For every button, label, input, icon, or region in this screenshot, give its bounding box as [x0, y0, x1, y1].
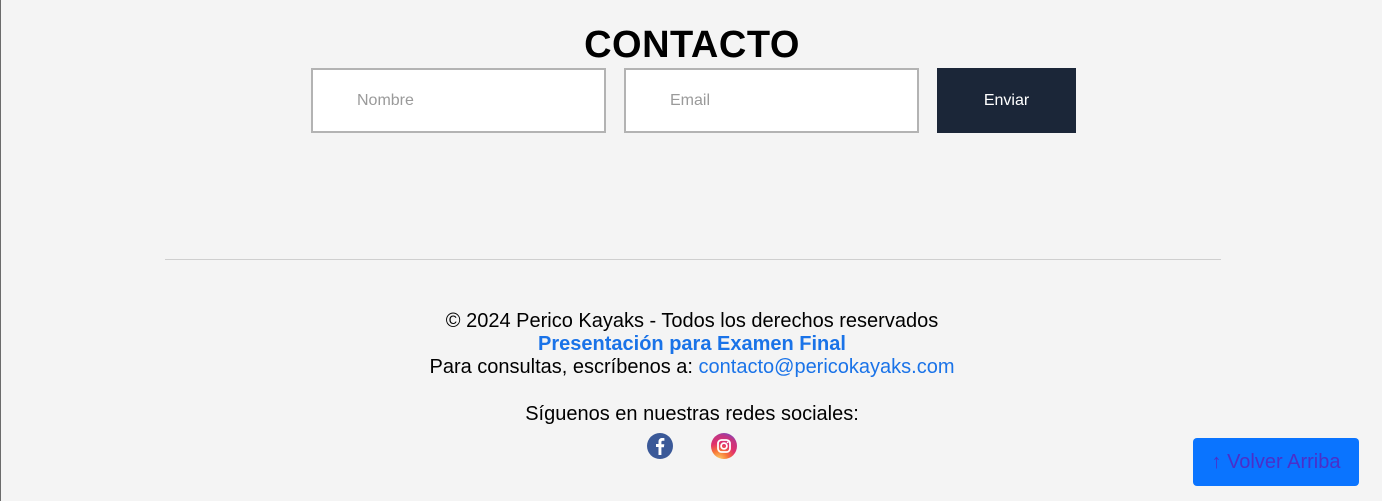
- consult-text: Para consultas, escríbenos a:: [429, 356, 699, 378]
- footer: © 2024 Perico Kayaks - Todos los derecho…: [1, 310, 1382, 460]
- submit-button[interactable]: Enviar: [937, 68, 1076, 133]
- footer-divider: [165, 259, 1221, 260]
- email-field[interactable]: [624, 68, 919, 133]
- instagram-icon[interactable]: [710, 432, 738, 460]
- page: CONTACTO Enviar © 2024 Perico Kayaks - T…: [0, 0, 1382, 501]
- consult-line: Para consultas, escríbenos a: contacto@p…: [1, 356, 1382, 379]
- facebook-icon[interactable]: [646, 432, 674, 460]
- contact-form: Enviar: [311, 68, 1076, 133]
- social-icons: [1, 432, 1382, 460]
- contact-title: CONTACTO: [584, 24, 800, 66]
- social-heading: Síguenos en nuestras redes sociales:: [525, 403, 859, 425]
- scroll-top-button[interactable]: ↑ Volver Arriba: [1193, 438, 1359, 486]
- presentation-subtitle: Presentación para Examen Final: [538, 333, 846, 355]
- name-field[interactable]: [311, 68, 606, 133]
- copyright-text: © 2024 Perico Kayaks - Todos los derecho…: [445, 310, 939, 332]
- contact-email-link[interactable]: contacto@pericokayaks.com: [699, 356, 955, 378]
